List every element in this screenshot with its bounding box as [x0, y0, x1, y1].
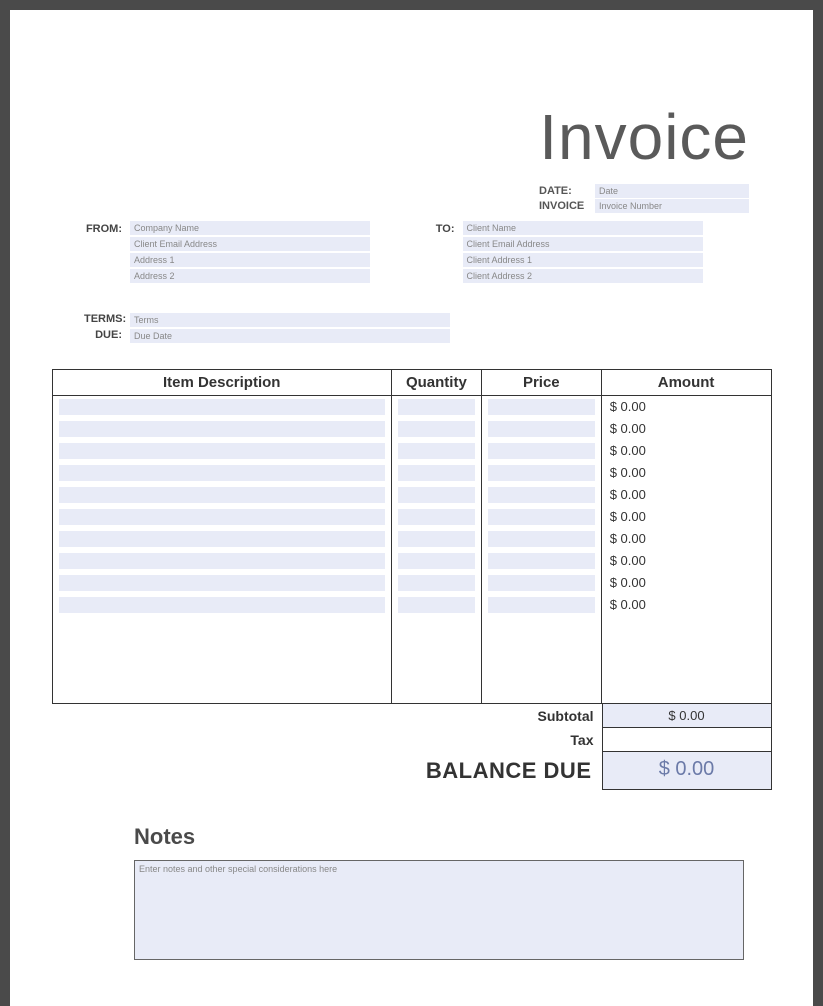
amount-cell: $ 0.00	[601, 440, 771, 462]
item-cell[interactable]	[52, 572, 391, 594]
to-address1-input[interactable]: Client Address 1	[463, 253, 703, 267]
item-cell[interactable]	[52, 484, 391, 506]
item-cell[interactable]	[52, 594, 391, 616]
item-cell[interactable]	[481, 418, 601, 440]
item-cell[interactable]	[391, 484, 481, 506]
to-label: TO:	[417, 221, 463, 283]
notes-section: Notes Enter notes and other special cons…	[134, 824, 739, 960]
from-email-input[interactable]: Client Email Address	[130, 237, 370, 251]
amount-cell: $ 0.00	[601, 506, 771, 528]
notes-input[interactable]: Enter notes and other special considerat…	[134, 860, 744, 960]
amount-cell: $ 0.00	[601, 550, 771, 572]
date-input[interactable]: Date	[595, 184, 749, 198]
subtotal-label: Subtotal	[482, 704, 602, 728]
item-cell[interactable]	[52, 528, 391, 550]
item-cell[interactable]	[391, 418, 481, 440]
item-cell[interactable]	[481, 550, 601, 572]
due-date-input[interactable]: Due Date	[130, 329, 450, 343]
table-blank-row	[52, 682, 771, 704]
table-row: $ 0.00	[52, 594, 771, 616]
page-title: Invoice	[34, 100, 749, 174]
balance-due-label: BALANCE DUE	[426, 752, 602, 790]
from-to-block: FROM: Company Name Client Email Address …	[84, 221, 749, 283]
amount-cell: $ 0.00	[601, 418, 771, 440]
item-cell[interactable]	[391, 572, 481, 594]
amount-cell: $ 0.00	[601, 396, 771, 418]
table-row: $ 0.00	[52, 528, 771, 550]
item-cell[interactable]	[481, 572, 601, 594]
item-cell[interactable]	[391, 594, 481, 616]
item-cell[interactable]	[481, 484, 601, 506]
items-table: Item Description Quantity Price Amount $…	[52, 369, 772, 704]
table-row: $ 0.00	[52, 506, 771, 528]
item-cell[interactable]	[52, 550, 391, 572]
amount-cell: $ 0.00	[601, 572, 771, 594]
col-price: Price	[481, 370, 601, 396]
to-address2-input[interactable]: Client Address 2	[463, 269, 703, 283]
tax-label: Tax	[482, 728, 602, 752]
tax-value[interactable]	[602, 728, 772, 752]
table-row: $ 0.00	[52, 418, 771, 440]
amount-cell: $ 0.00	[601, 528, 771, 550]
notes-heading: Notes	[134, 824, 739, 850]
table-row: $ 0.00	[52, 440, 771, 462]
from-label: FROM:	[84, 221, 130, 283]
item-cell[interactable]	[52, 462, 391, 484]
to-email-input[interactable]: Client Email Address	[463, 237, 703, 251]
item-cell[interactable]	[481, 506, 601, 528]
to-name-input[interactable]: Client Name	[463, 221, 703, 235]
date-label: DATE:	[539, 185, 595, 197]
table-row: $ 0.00	[52, 462, 771, 484]
invoice-number-label: INVOICE	[539, 200, 595, 212]
amount-cell: $ 0.00	[601, 594, 771, 616]
invoice-page: Invoice DATE: Date INVOICE Invoice Numbe…	[10, 10, 813, 1006]
table-blank-row	[52, 616, 771, 638]
amount-cell: $ 0.00	[601, 484, 771, 506]
table-row: $ 0.00	[52, 484, 771, 506]
item-cell[interactable]	[481, 396, 601, 418]
item-cell[interactable]	[391, 440, 481, 462]
item-cell[interactable]	[481, 462, 601, 484]
terms-label: TERMS:	[84, 313, 122, 329]
item-cell[interactable]	[391, 506, 481, 528]
table-blank-row	[52, 638, 771, 660]
col-quantity: Quantity	[391, 370, 481, 396]
amount-cell: $ 0.00	[601, 462, 771, 484]
table-blank-row	[52, 660, 771, 682]
item-cell[interactable]	[391, 550, 481, 572]
from-address1-input[interactable]: Address 1	[130, 253, 370, 267]
from-address2-input[interactable]: Address 2	[130, 269, 370, 283]
item-cell[interactable]	[481, 440, 601, 462]
item-cell[interactable]	[52, 396, 391, 418]
terms-block: TERMS: DUE: Terms Due Date	[84, 313, 789, 345]
item-cell[interactable]	[52, 418, 391, 440]
item-cell[interactable]	[481, 594, 601, 616]
due-label: DUE:	[84, 329, 122, 345]
item-cell[interactable]	[391, 462, 481, 484]
invoice-number-input[interactable]: Invoice Number	[595, 199, 749, 213]
subtotal-value: $ 0.00	[602, 704, 772, 728]
item-cell[interactable]	[391, 528, 481, 550]
balance-due-value: $ 0.00	[602, 752, 772, 790]
col-description: Item Description	[52, 370, 391, 396]
table-row: $ 0.00	[52, 550, 771, 572]
item-cell[interactable]	[52, 440, 391, 462]
table-row: $ 0.00	[52, 572, 771, 594]
item-cell[interactable]	[481, 528, 601, 550]
meta-block: DATE: Date INVOICE Invoice Number	[34, 184, 749, 213]
totals-block: Subtotal $ 0.00 Tax BALANCE DUE $ 0.00	[52, 704, 772, 790]
item-cell[interactable]	[391, 396, 481, 418]
from-company-input[interactable]: Company Name	[130, 221, 370, 235]
table-row: $ 0.00	[52, 396, 771, 418]
item-cell[interactable]	[52, 506, 391, 528]
terms-input[interactable]: Terms	[130, 313, 450, 327]
col-amount: Amount	[601, 370, 771, 396]
